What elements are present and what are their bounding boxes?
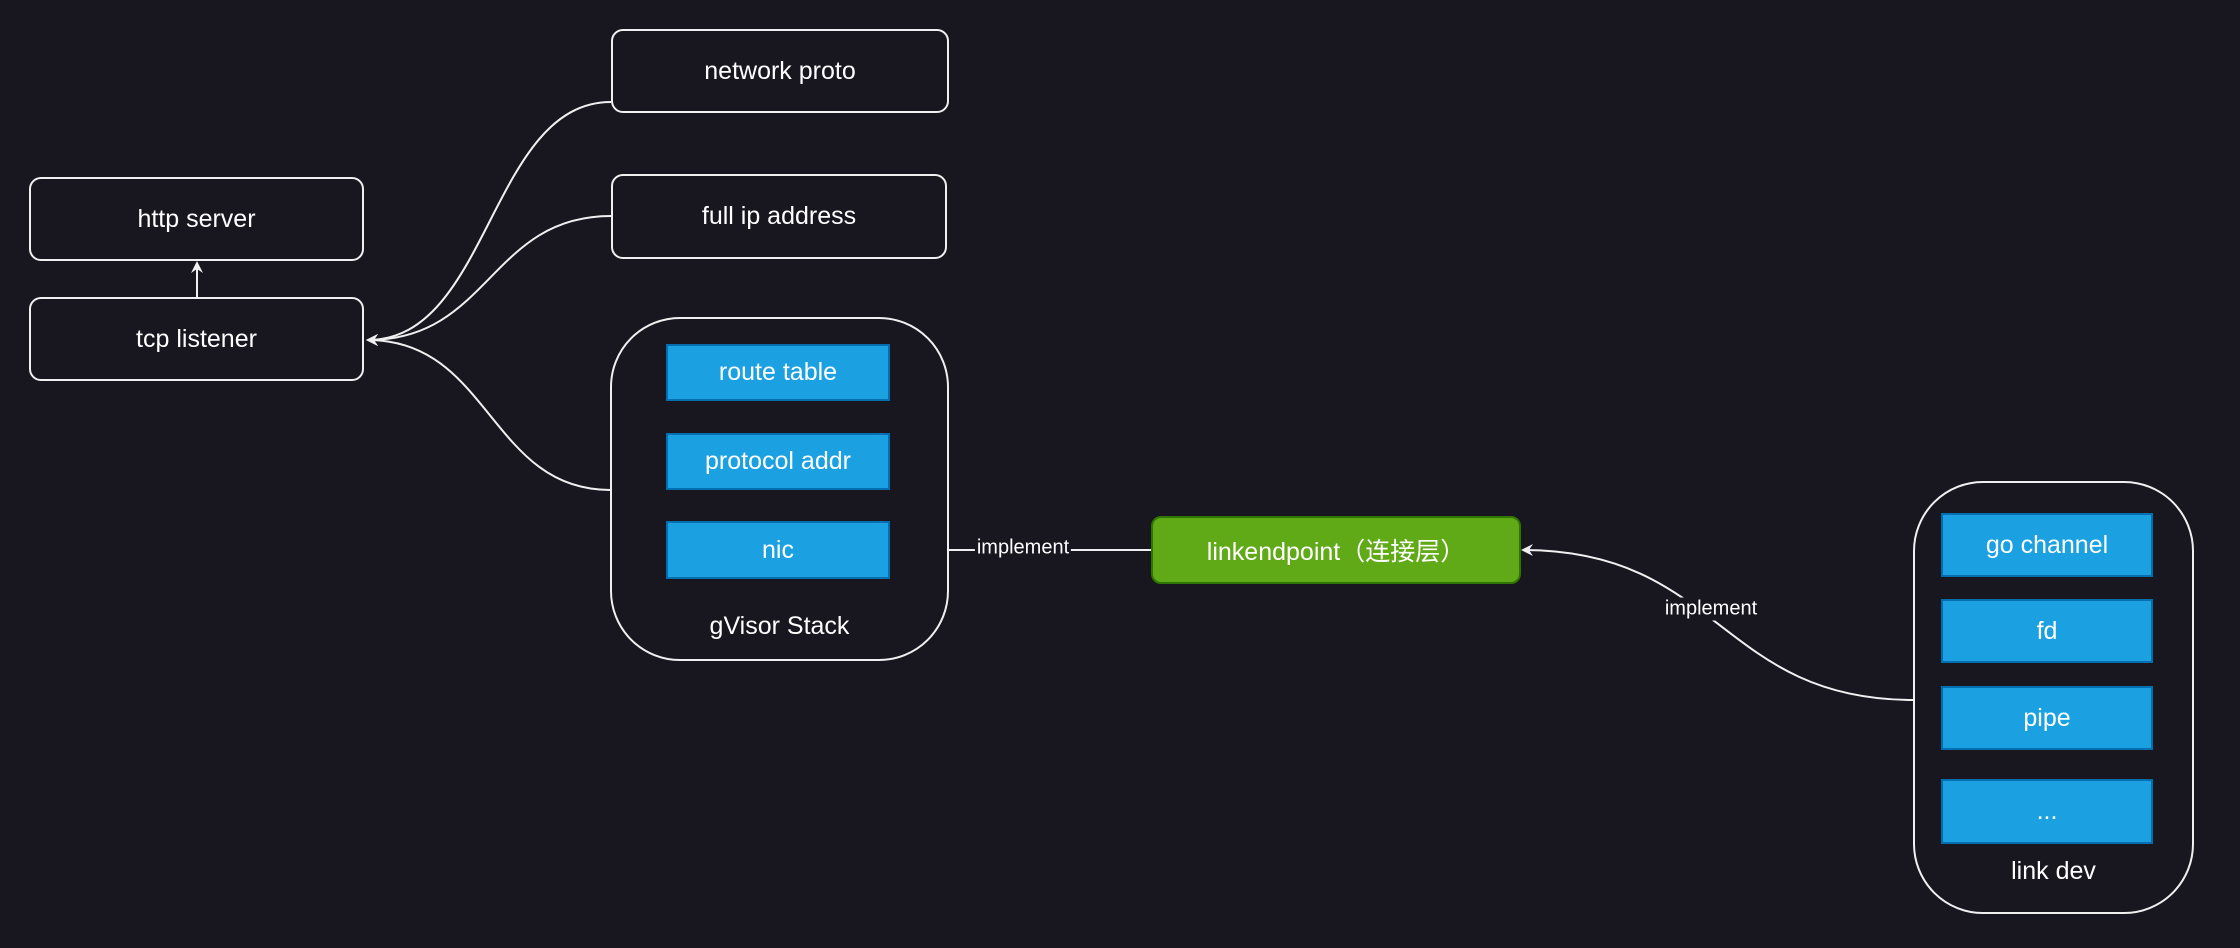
node-label: full ip address <box>701 202 857 230</box>
node-label: network proto <box>704 56 856 85</box>
edge-gvisor-to-tcp <box>366 334 611 491</box>
node-label: fd <box>2036 616 2058 645</box>
nic-node: nic <box>666 521 890 579</box>
route-table-node: route table <box>666 344 890 401</box>
edge-label-implement: implement <box>974 536 1072 560</box>
node-label: go channel <box>1985 530 2109 559</box>
edge-label-implement: implement <box>1662 597 1760 621</box>
container-label: link dev <box>2011 857 2096 885</box>
full-ip-address-node: full ip address <box>611 174 947 259</box>
edge-linkdev-to-linkendpoint <box>1521 544 1914 701</box>
node-label: http server <box>137 204 256 233</box>
fd-node: fd <box>1941 599 2153 663</box>
container-label: gVisor Stack <box>709 612 850 640</box>
edges-layer <box>191 101 1914 701</box>
node-label: tcp listener <box>136 324 257 353</box>
tcp-listener-node: tcp listener <box>29 297 364 381</box>
node-label: pipe <box>2023 703 2071 732</box>
node-label: protocol addr <box>705 447 851 475</box>
linkendpoint-node: linkendpoint（连接层） <box>1151 516 1521 584</box>
go-channel-node: go channel <box>1941 513 2153 577</box>
edge-full-ip-to-tcp <box>366 215 612 346</box>
more-node: ... <box>1941 779 2153 844</box>
node-label: linkendpoint（连接层） <box>1206 538 1466 566</box>
pipe-node: pipe <box>1941 686 2153 750</box>
node-label: nic <box>762 535 794 564</box>
protocol-addr-node: protocol addr <box>666 433 890 490</box>
node-label: route table <box>718 358 838 386</box>
node-label: ... <box>2036 797 2058 825</box>
http-server-node: http server <box>29 177 364 261</box>
network-proto-node: network proto <box>611 29 949 113</box>
